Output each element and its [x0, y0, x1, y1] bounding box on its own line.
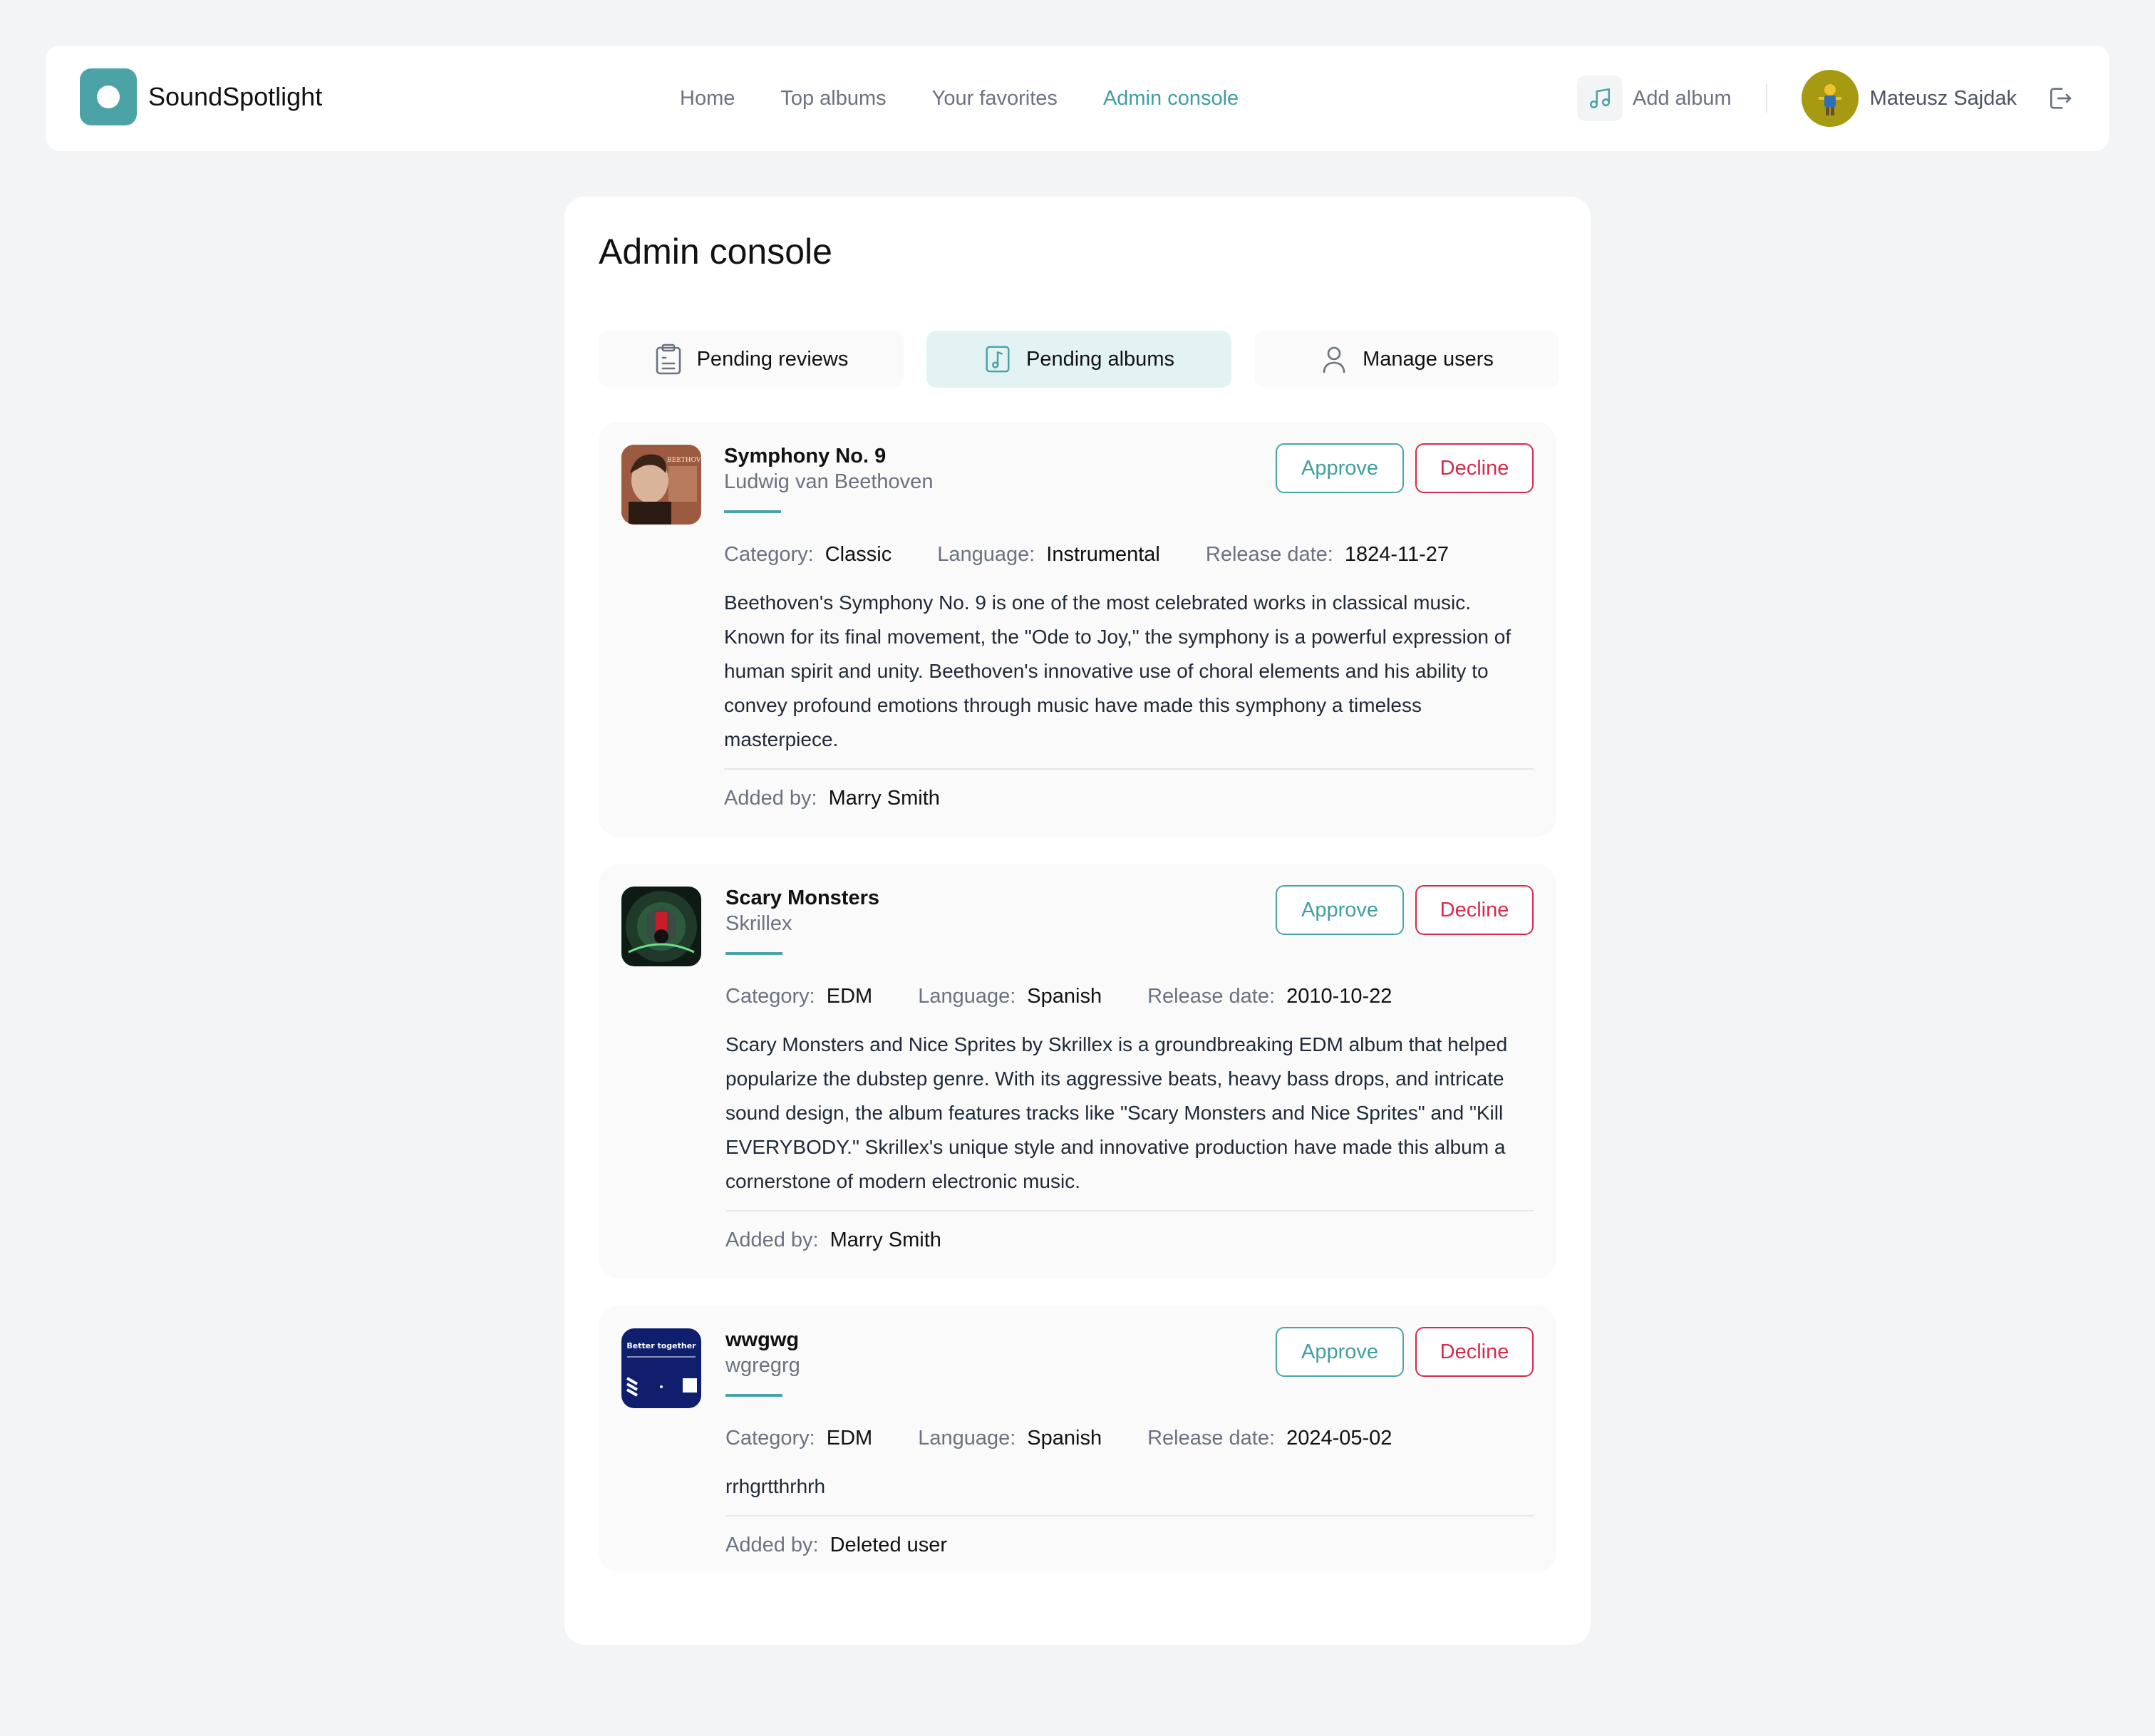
album-details: Symphony No. 9 Ludwig van Beethoven Cate… — [724, 443, 1534, 811]
svg-text:Better together: Better together — [626, 1341, 696, 1350]
language-value: Spanish — [1027, 985, 1102, 1008]
page-title: Admin console — [599, 232, 832, 272]
album-artist: Ludwig van Beethoven — [724, 470, 934, 493]
language-value: Instrumental — [1046, 543, 1160, 566]
logout-icon[interactable] — [2044, 83, 2075, 114]
album-title: Scary Monsters — [725, 887, 879, 909]
main-nav: Home Top albums Your favorites Admin con… — [680, 46, 1284, 151]
release-date-label: Release date: — [1147, 985, 1276, 1008]
nav-link-admin-console[interactable]: Admin console — [1103, 87, 1239, 110]
added-by-value: Marry Smith — [828, 787, 940, 810]
language-label: Language: — [918, 1427, 1016, 1450]
album-card: Better together Approve Decline wwgwg wg… — [599, 1306, 1556, 1572]
add-album-button[interactable]: Add album — [1577, 76, 1732, 121]
album-artist: Skrillex — [725, 912, 792, 935]
language-label: Language: — [937, 543, 1035, 566]
app-name: SoundSpotlight — [148, 82, 323, 111]
added-by: Added by: Deleted user — [725, 1532, 1534, 1558]
release-date-value: 1824-11-27 — [1344, 543, 1449, 566]
music-note-icon — [1577, 76, 1623, 121]
category-value: EDM — [826, 985, 873, 1008]
app-logo-icon — [80, 68, 137, 125]
added-by-label: Added by: — [725, 1229, 819, 1251]
avatar[interactable] — [1801, 70, 1859, 127]
album-artist: wgregrg — [725, 1354, 800, 1377]
svg-text:BEETHOVEN: BEETHOVEN — [667, 457, 701, 464]
added-by-label: Added by: — [724, 787, 817, 810]
release-date-label: Release date: — [1205, 543, 1333, 566]
release-date-value: 2010-10-22 — [1286, 985, 1392, 1008]
card-divider — [725, 1515, 1534, 1517]
album-meta: Category: Classic Language: Instrumental R… — [724, 542, 1534, 567]
header-actions: Add album Mateusz Sajdak — [1577, 46, 2075, 151]
release-date-label: Release date: — [1147, 1427, 1276, 1450]
album-details: wwgwg wgregrg Category: EDM Language: Span… — [725, 1327, 1534, 1558]
tab-pending-albums[interactable]: Pending albums — [926, 331, 1231, 388]
album-description: Scary Monsters and Nice Sprites by Skril… — [725, 1033, 1508, 1192]
nav-link-top-albums[interactable]: Top albums — [780, 87, 886, 110]
album-meta: Category: EDM Language: Spanish Release da… — [725, 1425, 1534, 1451]
album-card: Approve Decline Scary Monsters Skrillex … — [599, 864, 1556, 1278]
header-divider — [1765, 84, 1767, 113]
accent-line — [724, 510, 781, 513]
album-cover — [621, 887, 701, 966]
album-description: rrhgrtthrhrh — [725, 1475, 826, 1497]
added-by-label: Added by: — [725, 1534, 819, 1556]
release-date-value: 2024-05-02 — [1286, 1427, 1392, 1450]
added-by: Added by: Marry Smith — [724, 785, 1534, 811]
album-cover: BEETHOVEN — [621, 445, 701, 525]
tab-label: Manage users — [1363, 347, 1494, 371]
album-title: Symphony No. 9 — [724, 445, 887, 467]
category-label: Category: — [725, 1427, 815, 1450]
music-file-icon — [986, 346, 1010, 373]
brand[interactable]: SoundSpotlight — [80, 68, 322, 125]
card-divider — [725, 1210, 1534, 1211]
category-value: EDM — [826, 1427, 873, 1450]
tab-manage-users[interactable]: Manage users — [1254, 331, 1559, 388]
added-by-value: Marry Smith — [830, 1229, 941, 1251]
top-navbar: SoundSpotlight Home Top albums Your favo… — [46, 46, 2109, 151]
album-details: Scary Monsters Skrillex Category: EDM Lan… — [725, 885, 1534, 1253]
language-value: Spanish — [1027, 1427, 1102, 1450]
category-value: Classic — [825, 543, 892, 566]
tab-label: Pending albums — [1026, 347, 1174, 371]
added-by: Added by: Marry Smith — [725, 1227, 1534, 1253]
language-label: Language: — [918, 985, 1016, 1008]
card-divider — [724, 768, 1534, 770]
user-name[interactable]: Mateusz Sajdak — [1870, 87, 2017, 110]
category-label: Category: — [725, 985, 815, 1008]
added-by-value: Deleted user — [830, 1534, 948, 1556]
tab-pending-reviews[interactable]: Pending reviews — [599, 331, 904, 388]
admin-tabs: Pending reviews Pending albums Manage us… — [599, 331, 1559, 388]
accent-line — [725, 1394, 782, 1397]
album-card: BEETHOVEN Approve Decline Symphony No. 9… — [599, 422, 1556, 837]
accent-line — [725, 952, 782, 955]
nav-link-home[interactable]: Home — [680, 87, 735, 110]
album-description: Beethoven's Symphony No. 9 is one of the… — [724, 591, 1511, 750]
album-meta: Category: EDM Language: Spanish Release da… — [725, 983, 1534, 1009]
album-title: wwgwg — [725, 1328, 800, 1351]
tab-label: Pending reviews — [696, 347, 849, 371]
admin-console-panel: Admin console Pending reviews Pending al… — [564, 197, 1591, 1645]
category-label: Category: — [724, 543, 814, 566]
nav-link-your-favorites[interactable]: Your favorites — [932, 87, 1058, 110]
clipboard-list-icon — [656, 343, 681, 375]
album-cover: Better together — [621, 1328, 701, 1408]
user-icon — [1323, 346, 1345, 373]
add-album-label: Add album — [1633, 86, 1732, 110]
